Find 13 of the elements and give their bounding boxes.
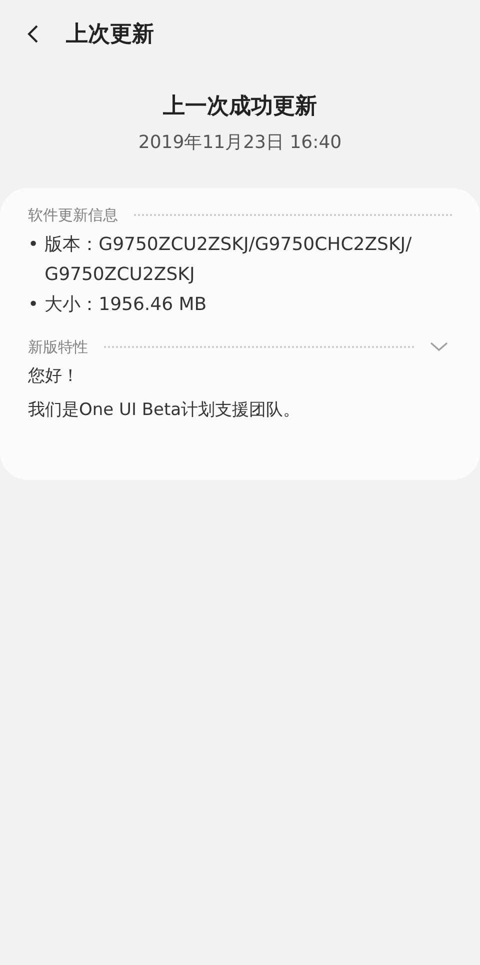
back-icon <box>27 24 39 44</box>
bullet: • <box>28 233 39 257</box>
summary-heading: 上一次成功更新 <box>163 93 317 121</box>
info-text: G9750ZCU2ZSKJ <box>44 263 196 287</box>
feature-text: 我们是One UI Beta计划支援团队。 <box>28 399 302 422</box>
info-text: 大小：1956.46 MB <box>44 293 207 317</box>
section-title: 软件更新信息 <box>28 204 118 226</box>
section-title: 新版特性 <box>28 336 88 358</box>
info-text: 版本：G9750ZCU2ZSKJ/G9750CHC2ZSKJ/ <box>44 233 412 257</box>
page-title: 上次更新 <box>66 20 154 48</box>
bullet: • <box>28 293 39 317</box>
feature-text: 您好！ <box>28 365 80 388</box>
update-datetime: 2019年11月23日 16:40 <box>138 131 342 155</box>
